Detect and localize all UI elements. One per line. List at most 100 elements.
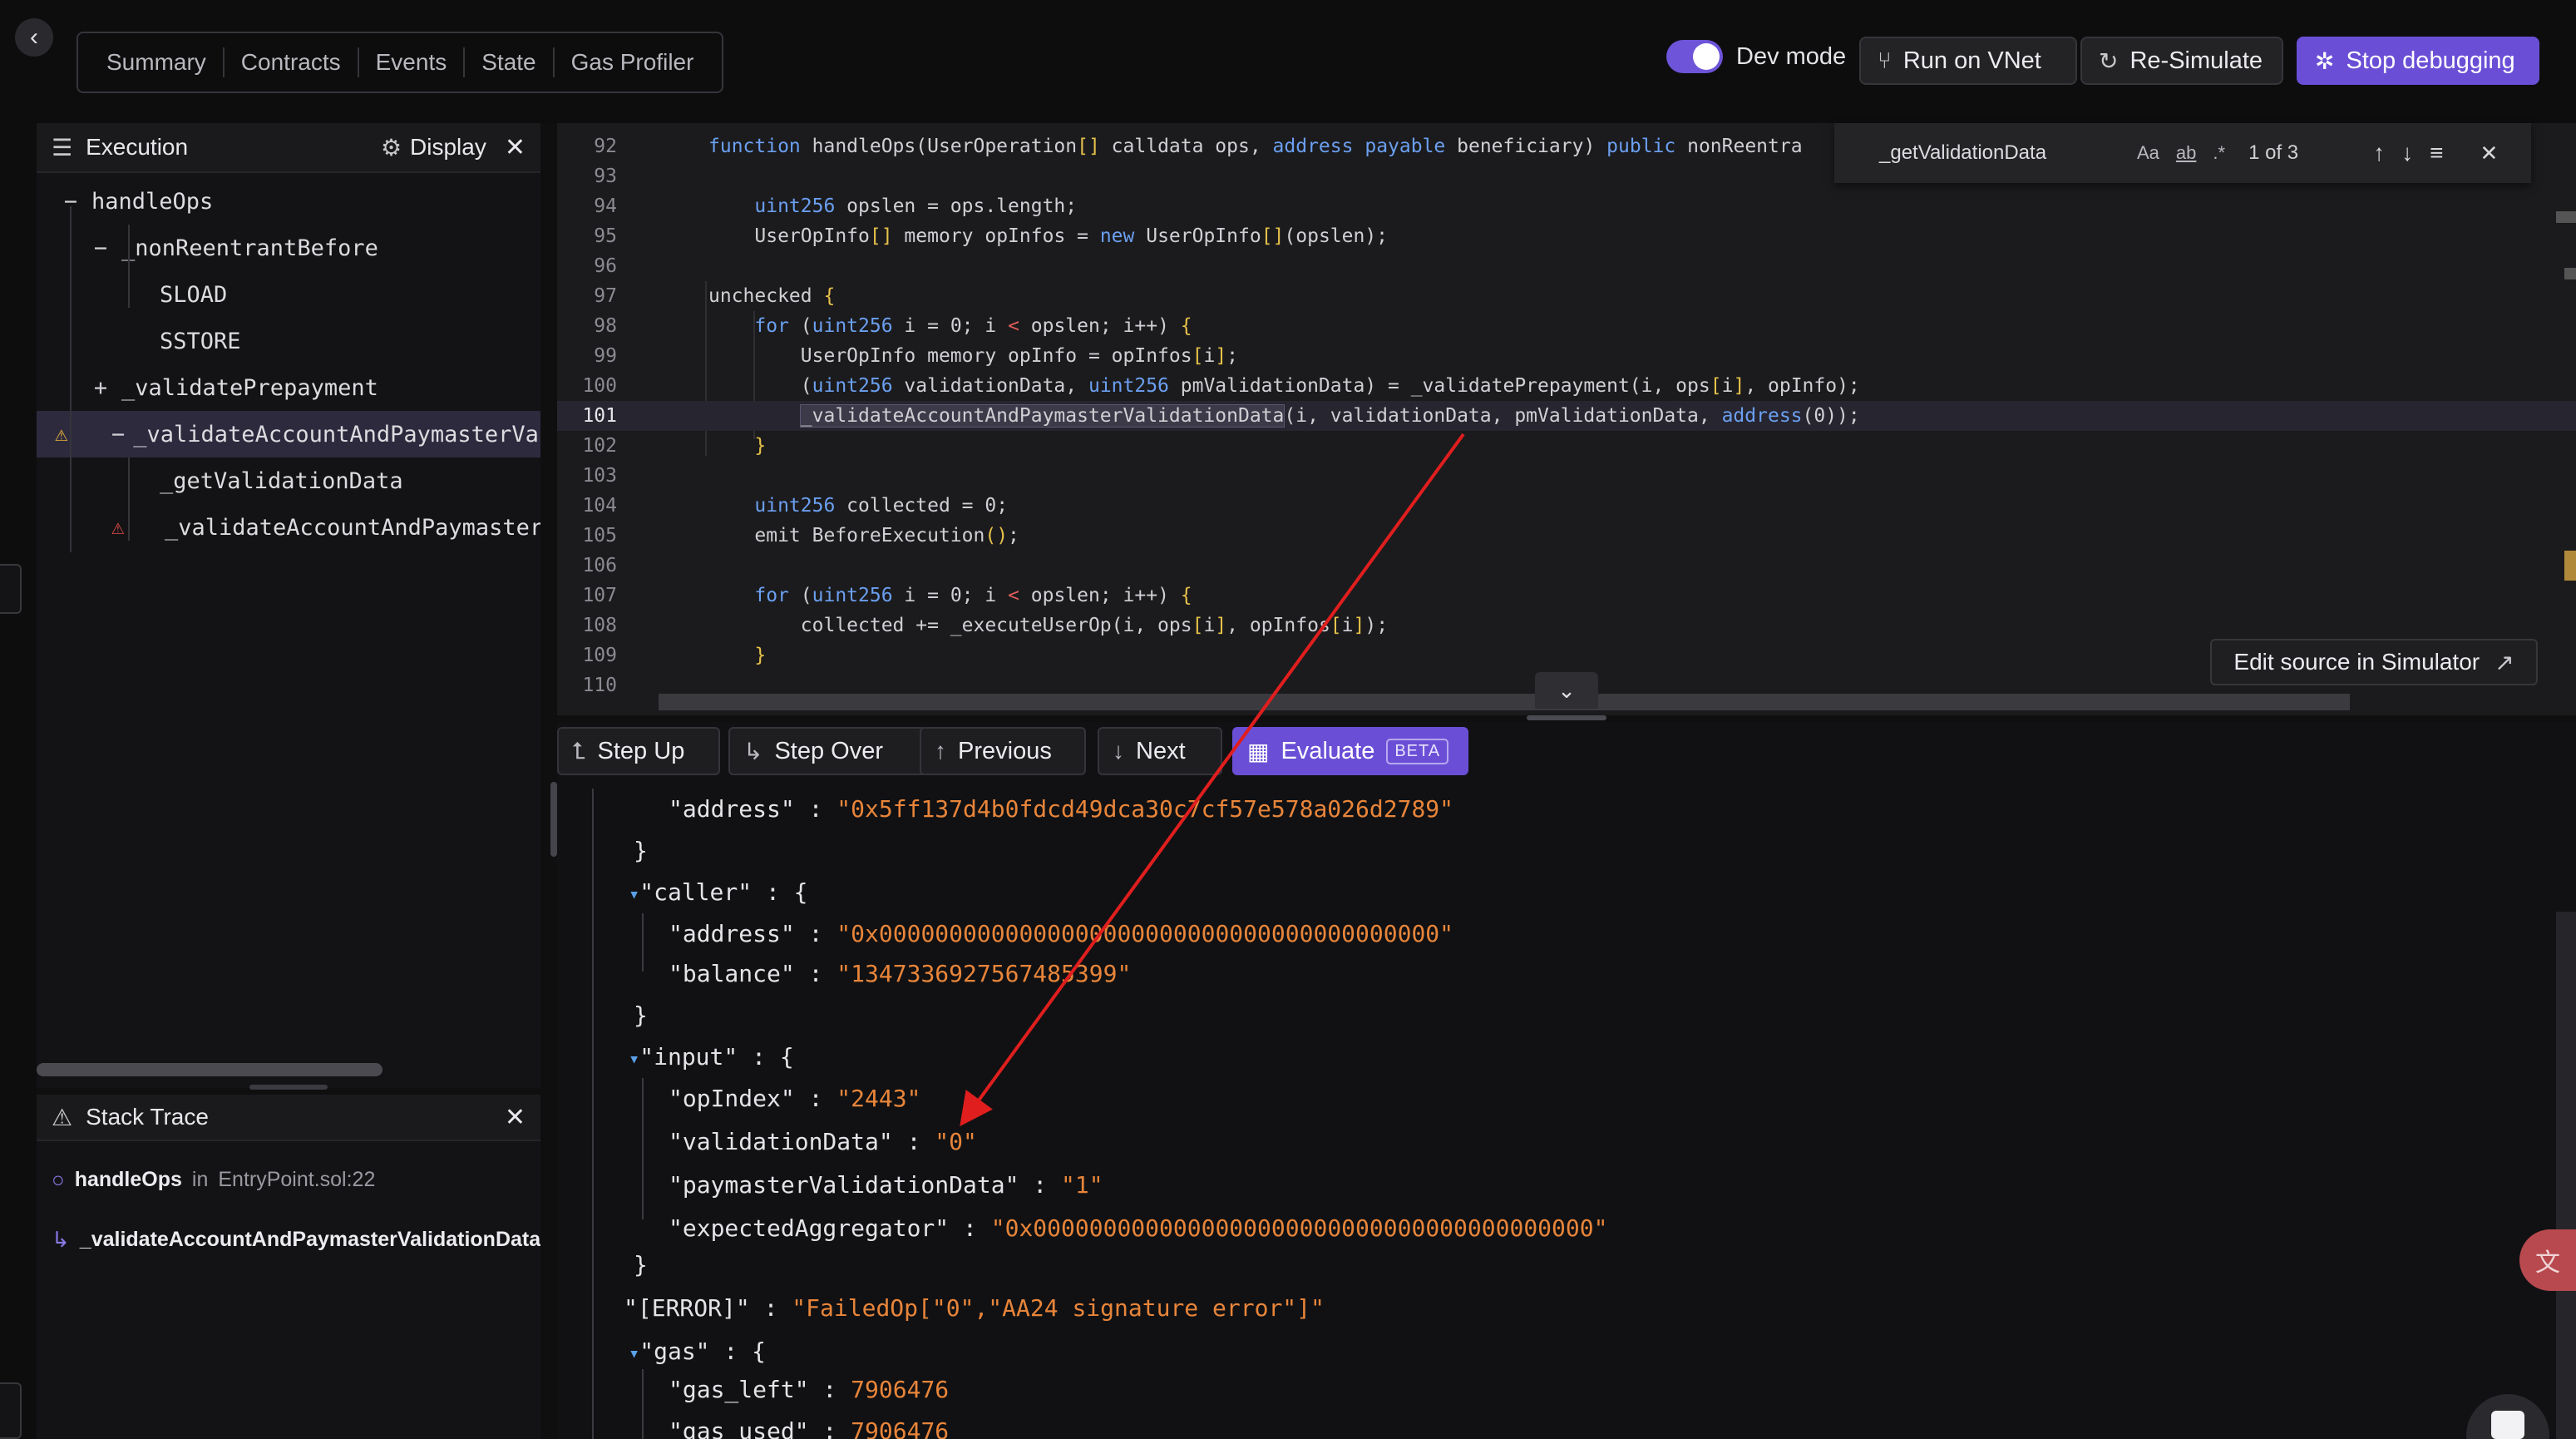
execution-tree-item[interactable]: ⚠ _validateAccountAndPaymasterValidationD… (37, 504, 540, 551)
back-button[interactable]: ‹ (15, 18, 53, 57)
run-on-vnet-button[interactable]: ⑂ Run on VNet (1859, 37, 2077, 85)
stack-trace-item[interactable]: ↳ _validateAccountAndPaymasterValidation… (37, 1209, 540, 1269)
execution-tree-item[interactable]: ⚠ −_validateAccountAndPaymasterValidation… (37, 411, 540, 457)
execution-tree-item[interactable]: _getValidationData (37, 457, 540, 504)
stack-trace-item[interactable]: ○ handleOps in EntryPoint.sol:22 (37, 1150, 540, 1209)
stack-trace-title: Stack Trace (86, 1104, 209, 1130)
code-line: 103 (582, 465, 617, 487)
execution-tree-item[interactable]: SSTORE (37, 318, 540, 364)
panel-resize-handle[interactable] (249, 1085, 328, 1090)
arrow-down-icon[interactable]: ↓ (2401, 140, 2413, 166)
find-input[interactable]: _getValidationData (1879, 141, 2120, 165)
sliders-icon: ⚙ (380, 134, 402, 161)
json-brace: } (634, 837, 648, 864)
tab-contracts[interactable]: Contracts (225, 47, 359, 77)
find-in-selection-icon[interactable]: ≡ (2430, 140, 2443, 166)
step-over-button[interactable]: ↳ Step Over (728, 727, 926, 775)
warning-icon: ⚠ (55, 422, 68, 447)
stack-in-label: in (191, 1167, 209, 1191)
whole-word-toggle[interactable]: ab (2176, 142, 2196, 164)
json-brace: } (634, 1251, 648, 1278)
json-entry: "paymasterValidationData" : "1" (669, 1171, 1103, 1199)
code-line: 95 UserOpInfo[] memory opInfos = new Use… (594, 225, 1389, 247)
previous-label: Previous (958, 737, 1052, 764)
display-button[interactable]: ⚙ Display (381, 134, 486, 161)
json-vertical-scrollbar[interactable] (550, 782, 557, 857)
expand-triangle-icon[interactable]: ▾ (629, 1343, 639, 1364)
execution-tree: − handleOps − _nonReentrantBefore SLOAD SSTOR… (37, 173, 540, 552)
execution-tree-item[interactable]: + _validatePrepayment (37, 364, 540, 411)
arrow-up-icon[interactable]: ↑ (2373, 140, 2385, 166)
match-case-toggle[interactable]: Aa (2137, 142, 2159, 164)
execution-panel: ☰ Execution ⚙ Display ✕ − handleOps − _nonR… (37, 123, 540, 1088)
stack-trace-header: ⚠ Stack Trace ✕ (37, 1095, 540, 1141)
previous-button[interactable]: ↑ Previous (920, 727, 1086, 775)
evaluate-button[interactable]: ▦ Evaluate BETA (1232, 727, 1468, 775)
code-line: 106 (582, 555, 617, 576)
chevron-down-icon: ⌄ (1557, 677, 1576, 703)
step-up-button[interactable]: ⮤ Step Up (557, 727, 720, 775)
dev-mode-toggle[interactable] (1666, 40, 1723, 73)
run-on-vnet-label: Run on VNet (1902, 47, 2041, 74)
stop-debugging-button[interactable]: ✲ Stop debugging (2297, 37, 2539, 85)
code-line: 98 for (uint256 i = 0; i < opslen; i++) … (594, 315, 1192, 337)
find-widget: _getValidationData Aa ab .* 1 of 3 ↑ ↓ ≡… (1834, 123, 2531, 183)
dev-mode-control: Dev mode (1666, 40, 1846, 73)
expand-icon[interactable]: + (88, 375, 113, 401)
return-arrow-icon: ↳ (52, 1226, 70, 1252)
close-icon[interactable]: ✕ (2480, 141, 2498, 166)
code-line: 97 unchecked { (594, 285, 836, 307)
editor-resize-handle[interactable] (1527, 715, 1606, 720)
right-vertical-scrollbar[interactable] (2556, 912, 2576, 1439)
tree-item-label: handleOps (91, 188, 214, 215)
regex-toggle[interactable]: .* (2213, 142, 2225, 164)
refresh-icon: ↻ (2099, 47, 2119, 74)
editor-horizontal-scrollbar[interactable] (659, 694, 2350, 710)
collapse-icon[interactable]: − (88, 235, 113, 261)
step-over-label: Step Over (774, 737, 884, 764)
expand-triangle-icon[interactable]: ▾ (629, 1049, 639, 1070)
bug-icon: ✲ (2315, 47, 2335, 74)
close-icon[interactable]: ✕ (505, 1103, 526, 1132)
tab-gas-profiler[interactable]: Gas Profiler (555, 47, 711, 77)
stack-fn-name: handleOps (74, 1167, 182, 1191)
code-line: 104 uint256 collected = 0; (582, 495, 1009, 517)
execution-horizontal-scrollbar[interactable] (37, 1063, 382, 1076)
json-entry: "address" : "0x5ff137d4b0fdcd49dca30c7cf… (669, 795, 1454, 823)
next-button[interactable]: ↓ Next (1098, 727, 1222, 775)
collapse-icon[interactable]: − (111, 422, 125, 448)
tree-item-label: _nonReentrantBefore (121, 235, 378, 261)
external-link-icon: ↗ (2495, 649, 2514, 675)
edit-source-button[interactable]: Edit source in Simulator ↗ (2210, 639, 2538, 685)
re-simulate-button[interactable]: ↻ Re-Simulate (2080, 37, 2283, 85)
strip-marker (0, 564, 22, 614)
tab-summary[interactable]: Summary (90, 47, 225, 77)
json-entry: "balance" : "1347336927567485399" (669, 960, 1132, 987)
close-icon[interactable]: ✕ (505, 133, 526, 162)
code-line: 105 emit BeforeExecution(); (582, 525, 1019, 546)
re-simulate-label: Re-Simulate (2129, 47, 2263, 74)
tree-item-label: SSTORE (160, 328, 241, 354)
code-editor[interactable]: 92 function handleOps(UserOperation[] cal… (557, 123, 2576, 715)
minimap-marker (2564, 551, 2576, 581)
json-entry: "gas_used" : 7906476 (669, 1417, 950, 1439)
json-entry[interactable]: ▾"input" : { (629, 1036, 794, 1078)
expand-triangle-icon[interactable]: ▾ (629, 884, 639, 905)
execution-tree-item[interactable]: − handleOps (37, 178, 540, 225)
execution-tree-item[interactable]: SLOAD (37, 271, 540, 318)
translate-icon[interactable]: 文 (2519, 1229, 2576, 1291)
tab-state[interactable]: State (465, 47, 555, 77)
tab-events[interactable]: Events (359, 47, 466, 77)
left-activity-strip (0, 123, 37, 1439)
tree-item-label: SLOAD (160, 281, 228, 308)
chat-icon (2491, 1411, 2524, 1439)
json-entry[interactable]: ▾"gas" : { (629, 1331, 766, 1372)
dev-mode-label: Dev mode (1736, 42, 1847, 70)
tree-item-label: _validateAccountAndPaymasterValidationDa… (133, 421, 540, 448)
list-icon: ☰ (52, 134, 73, 161)
json-entry: "gas_left" : 7906476 (669, 1376, 950, 1403)
execution-tree-item[interactable]: − _nonReentrantBefore (37, 225, 540, 271)
collapse-editor-button[interactable]: ⌄ (1535, 672, 1598, 709)
evaluation-json-panel: "address" : "0x5ff137d4b0fdcd49dca30c7cf… (557, 789, 2576, 1439)
json-entry[interactable]: ▾"caller" : { (629, 872, 808, 913)
